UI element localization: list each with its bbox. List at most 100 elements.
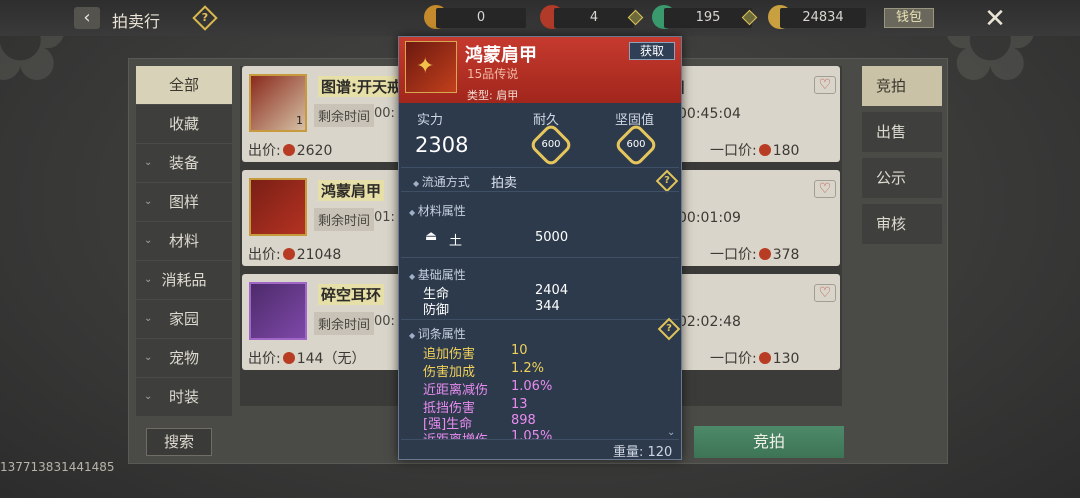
divider [401,167,679,168]
material-value: 5000 [535,230,569,245]
user-id: 137713831441485 [0,460,115,474]
remaining-time-label: 剩余时间 [314,312,375,335]
affix-value: 898 [511,413,536,428]
remaining-time-value: 00:45:04 [678,106,741,122]
affix-key: 伤害加成 [423,365,476,380]
chevron-down-icon: ⌄ [144,274,153,285]
chevron-down-icon: ⌄ [144,196,153,207]
item-name: 图谱:开天戒 [318,76,405,97]
red-coin-icon [758,144,771,156]
tab-sell[interactable]: 出售 [862,112,942,152]
material-key: 土 [449,234,463,249]
bid-button[interactable]: 竞拍 [694,426,844,458]
earth-element-icon: ⏏ [425,229,438,244]
tab-public[interactable]: 公示 [862,158,942,198]
remaining-time-label: 剩余时间 [314,208,375,231]
buyout-price: 一口价: 378 [710,247,800,263]
category-fashion[interactable]: ⌄ 时装 [136,378,232,416]
item-icon: ✦ [405,41,457,93]
currency-value: 0 [436,8,526,28]
favorite-heart-icon[interactable]: ♡ [814,284,836,302]
category-pets[interactable]: ⌄ 宠物 [136,339,232,377]
red-coin-icon [758,352,771,364]
item-type: 类型: 肩甲 [467,89,519,102]
favorite-heart-icon[interactable]: ♡ [814,180,836,198]
affix-key: 近距离减伤 [423,383,489,398]
currency-value: 195 [664,8,752,28]
help-icon[interactable]: ? [657,317,681,341]
chevron-down-icon: ⌄ [144,391,153,402]
bid-price: 出价: 21048 [248,247,342,263]
favorite-heart-icon[interactable]: ♡ [814,76,836,94]
category-equipment[interactable]: ⌄ 装备 [136,144,232,182]
tab-review[interactable]: 审核 [862,204,942,244]
affix-value: 10 [511,343,528,358]
category-all[interactable]: 全部 [136,66,232,104]
currency-value: 4 [554,8,634,28]
bid-price: 出价: 144（无） [248,351,366,367]
divider [401,319,679,320]
remaining-time-value: 01: [374,210,395,225]
category-patterns[interactable]: ⌄ 图样 [136,183,232,221]
material-section-title: 材料属性 [409,202,466,219]
item-icon [249,282,307,340]
category-consumables[interactable]: ⌄ 消耗品 [136,261,232,299]
category-sidebar: 全部 收藏 ⌄ 装备 ⌄ 图样 ⌄ 材料 ⌄ 消耗品 ⌄ 家园 ⌄ 宠物 ⌄ 时装 [136,66,232,417]
category-home[interactable]: ⌄ 家园 [136,300,232,338]
affix-value: 13 [511,397,528,412]
shoulder-armor-icon: ✦ [416,54,435,79]
popup-header: ✦ 鸿蒙肩甲 15品传说 类型: 肩甲 获取 [399,37,681,103]
tab-bid[interactable]: 竞拍 [862,66,942,106]
item-grade: 15品传说 [467,67,519,81]
back-button[interactable]: ‹ [74,7,100,29]
category-favorites[interactable]: 收藏 [136,105,232,143]
remaining-time-value: 02:02:48 [678,314,741,330]
item-detail-popup: ✦ 鸿蒙肩甲 15品传说 类型: 肩甲 获取 实力 耐久 坚固值 2308 60… [398,36,682,460]
item-icon [249,178,307,236]
durability-label: 耐久 [533,113,560,128]
affix-value: 1.05% [511,429,553,439]
chevron-down-icon: ⌄ [144,352,153,363]
red-coin-icon [282,144,295,156]
divider [401,257,679,258]
scroll-down-icon[interactable]: ⌄ [667,427,675,438]
wallet-button[interactable]: 钱包 [884,8,934,28]
search-button[interactable]: 搜索 [146,428,212,456]
affix-section-title: 词条属性 [409,325,466,342]
category-materials[interactable]: ⌄ 材料 [136,222,232,260]
red-coin-icon [282,248,295,260]
item-name: 鸿蒙肩甲 [318,180,385,201]
affix-key: 近距离增伤 [423,429,488,439]
red-coin-icon [282,352,295,364]
affix-value: 1.2% [511,361,545,376]
right-tabs: 竞拍 出售 公示 审核 [862,66,942,250]
help-icon[interactable]: ? [655,169,679,193]
affix-value: 1.06% [511,379,553,394]
remaining-time-value: 00:01:09 [678,210,741,226]
divider [401,439,679,440]
remaining-time-value: 00: [374,314,395,329]
power-value: 2308 [415,133,469,157]
divider [401,191,679,192]
chevron-down-icon: ⌄ [144,313,153,324]
chevron-down-icon: ⌄ [144,157,153,168]
buyout-price: 一口价: 130 [710,351,800,367]
popup-title: 鸿蒙肩甲 [465,45,537,66]
buyout-price: 一口价: 180 [710,143,800,159]
remaining-time-value: 00: [374,106,395,121]
page-title: 拍卖行 [112,12,161,31]
red-coin-icon [758,248,771,260]
chevron-left-icon: ‹ [83,7,91,28]
chevron-down-icon: ⌄ [144,235,153,246]
durability-badge: 600 [528,122,574,168]
currency-value: 24834 [780,8,866,28]
circulation-value: 拍卖 [491,176,518,191]
item-name: 碎空耳环 [318,284,385,305]
remaining-time-label: 剩余时间 [314,104,375,127]
base-section-title: 基础属性 [409,266,466,283]
affix-key: 追加伤害 [423,347,476,362]
close-icon[interactable]: ✕ [980,4,1010,34]
circulation-label: 流通方式 [413,173,470,190]
obtain-button[interactable]: 获取 [629,42,675,60]
base-stat-value: 2404 [535,283,569,298]
